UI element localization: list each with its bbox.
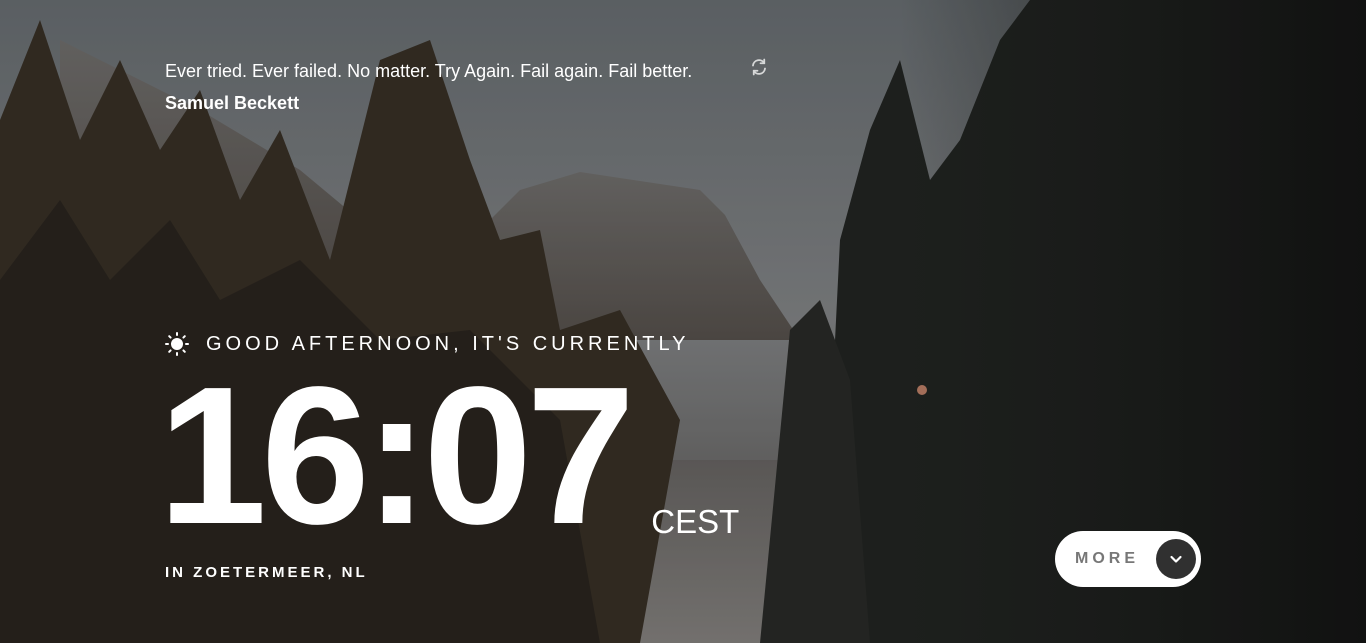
chevron-down-icon (1156, 539, 1196, 579)
refresh-icon[interactable] (750, 58, 768, 76)
quote-text: Ever tried. Ever failed. No matter. Try … (165, 61, 693, 81)
clock: 16:07 CEST (158, 358, 739, 554)
quote-author: Samuel Beckett (165, 93, 300, 113)
quote-row: Ever tried. Ever failed. No matter. Try … (165, 58, 775, 84)
more-button[interactable]: MORE (1055, 531, 1201, 587)
timezone-abbreviation: CEST (651, 503, 740, 540)
more-button-label: MORE (1075, 550, 1139, 567)
location-label: IN ZOETERMEER, NL (165, 564, 368, 581)
current-time: 16:07 (158, 346, 635, 565)
quote-section: Ever tried. Ever failed. No matter. Try … (165, 58, 775, 114)
